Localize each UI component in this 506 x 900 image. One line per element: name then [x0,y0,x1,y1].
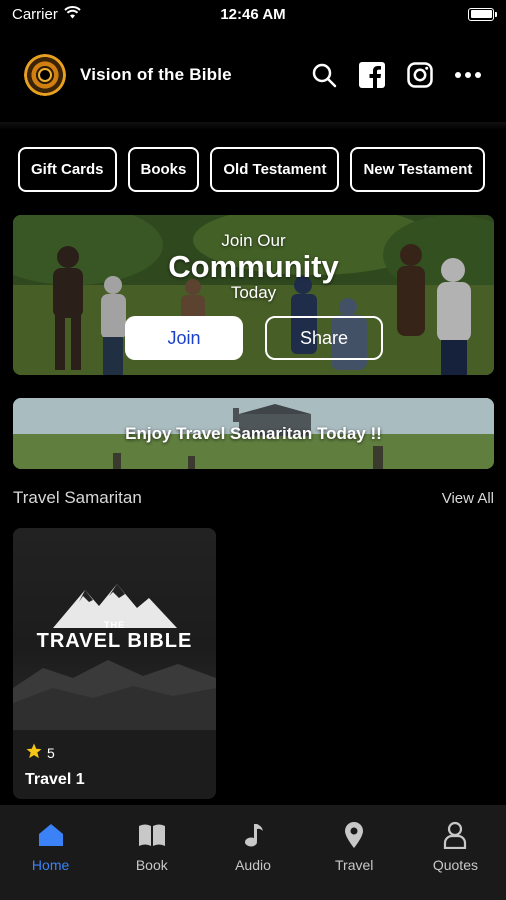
chip-new-testament[interactable]: New Testament [350,147,486,192]
map-pin-icon [340,821,368,849]
carrier-label: Carrier [12,5,58,23]
more-icon[interactable] [454,61,482,89]
community-banner-text: Join Our Community Today [13,231,494,303]
rating-value: 5 [47,744,55,761]
share-button[interactable]: Share [265,316,383,360]
tab-label: Travel [335,857,374,873]
app-logo[interactable] [24,54,66,96]
travel-card-image: THE TRAVEL BIBLE [13,528,216,730]
facebook-icon[interactable] [358,61,386,89]
battery-icon [468,7,497,21]
tab-quotes[interactable]: Quotes [405,821,506,900]
star-icon [25,742,43,763]
chip-gift-cards[interactable]: Gift Cards [18,147,117,192]
header-actions [310,61,482,89]
book-icon [138,821,166,849]
travel-card-info: 5 Travel 1 [13,730,216,799]
app-header: Vision of the Bible [0,44,506,106]
music-note-icon [239,821,267,849]
status-bar: Carrier 12:46 AM [0,0,506,28]
header-divider [0,122,506,130]
person-icon [441,821,469,849]
instagram-icon[interactable] [406,61,434,89]
tab-label: Quotes [432,857,478,873]
app-title: Vision of the Bible [80,65,232,84]
chip-old-testament[interactable]: Old Testament [210,147,340,192]
tab-audio[interactable]: Audio [202,821,303,900]
tab-label: Home [31,857,70,873]
travel-banner-text: Enjoy Travel Samaritan Today !! [125,423,382,443]
community-banner[interactable]: Join Our Community Today Join Share [13,215,494,375]
banner-line1: Join Our [221,231,286,250]
tab-label: Audio [235,857,271,873]
join-button[interactable]: Join [125,316,243,360]
category-chips: Gift Cards Books Old Testament New Testa… [18,147,486,192]
section-title: Travel Samaritan [13,488,142,507]
travel-card-title: Travel 1 [25,771,85,788]
search-icon[interactable] [310,61,338,89]
home-icon [37,821,65,849]
view-all-link[interactable]: View All [442,490,494,507]
travel-card[interactable]: THE TRAVEL BIBLE 5 Travel 1 [13,528,216,799]
chip-books[interactable]: Books [127,147,200,192]
travel-section-header: Travel Samaritan View All [13,488,494,508]
card-image-small-text: THE [104,620,125,630]
card-image-big-text: TRAVEL BIBLE [36,630,193,652]
travel-card-image-text: THE TRAVEL BIBLE [13,620,216,653]
tab-book[interactable]: Book [101,821,202,900]
bottom-tab-bar: Home Book Audio Travel Quotes [0,805,506,900]
status-left: Carrier [12,6,81,23]
wifi-icon [64,5,81,23]
banner-actions: Join Share [125,316,383,360]
travel-banner[interactable]: Enjoy Travel Samaritan Today !! [13,398,494,469]
tab-label: Book [135,857,168,873]
rating: 5 [25,742,204,763]
banner-line3: Today [230,283,277,302]
tab-home[interactable]: Home [0,821,101,900]
banner-line2: Community [168,249,339,284]
tab-travel[interactable]: Travel [304,821,405,900]
